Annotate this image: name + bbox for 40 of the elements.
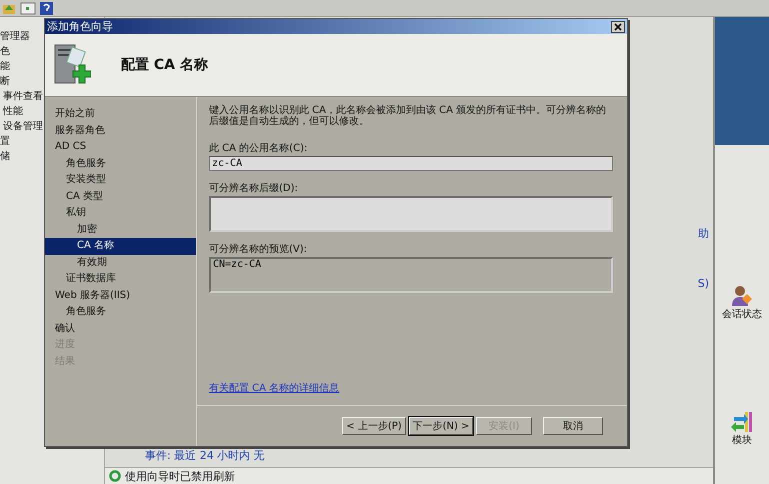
wizard-step[interactable]: 角色服务	[45, 156, 196, 172]
refresh-icon	[109, 470, 121, 482]
description: 键入公用名称以识别此 CA，此名称会被添加到由该 CA 颁发的所有证书中。可分辨名称的后缀值是自动生成的，但可以修改。	[209, 105, 608, 127]
action-label[interactable]: 模块	[732, 433, 752, 447]
wizard-button[interactable]: 下一步(N) >	[409, 417, 473, 435]
wizard-step[interactable]: 安装类型	[45, 172, 196, 188]
wizard-button[interactable]: < 上一步(P)	[342, 417, 406, 435]
window-icon[interactable]	[20, 2, 36, 14]
page-heading: 配置 CA 名称	[121, 56, 208, 74]
close-icon	[614, 22, 622, 30]
help-icon[interactable]	[40, 2, 53, 14]
close-button[interactable]	[611, 20, 625, 32]
field-label: 此 CA 的公用名称(C):	[209, 142, 308, 155]
wizard-step[interactable]: CA 类型	[45, 188, 196, 205]
wizard-step[interactable]: 确认	[45, 320, 196, 337]
link[interactable]: S)	[698, 277, 709, 290]
preview-field[interactable]: CN=zc-CA	[209, 257, 613, 293]
wizard-step[interactable]: CA 名称	[45, 238, 196, 254]
wizard-step[interactable]: 开始之前	[45, 106, 196, 122]
text-area[interactable]	[209, 196, 613, 232]
person-icon	[731, 285, 753, 307]
wizard-step[interactable]: 有效期	[45, 254, 196, 271]
input-field[interactable]: zc-CA	[209, 156, 613, 171]
window-title: 添加角色向导	[47, 19, 113, 34]
wizard-step[interactable]: 私钥	[45, 205, 196, 222]
wizard-step[interactable]: 角色服务	[45, 304, 196, 320]
action-label[interactable]: 会话状态	[722, 307, 762, 321]
wizard-step[interactable]: 服务器角色	[45, 122, 196, 139]
wizard-step[interactable]: 加密	[45, 222, 196, 238]
link[interactable]: 助	[698, 226, 709, 241]
modules-icon	[730, 411, 754, 433]
events-summary[interactable]: 事件: 最近 24 小时内 无	[145, 448, 265, 463]
status-text: 使用向导时已禁用刷新	[125, 468, 235, 484]
wizard-step[interactable]: AD CS	[45, 139, 196, 156]
wizard-step[interactable]: Web 服务器(IIS)	[45, 288, 196, 304]
wizard-step[interactable]: 证书数据库	[45, 271, 196, 288]
field-label: 可分辨名称后缀(D):	[209, 182, 299, 195]
wizard-button[interactable]: 取消	[543, 417, 603, 435]
help-link[interactable]: 有关配置 CA 名称的详细信息	[209, 381, 613, 395]
field-label: 可分辨名称的预览(V):	[209, 242, 308, 256]
